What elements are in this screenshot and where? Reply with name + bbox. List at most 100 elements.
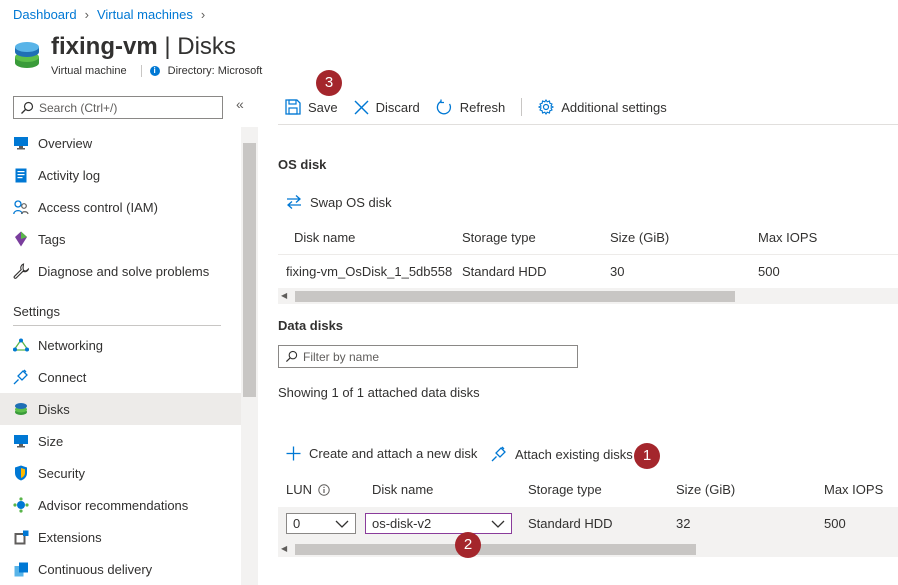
sidebar-item-access-control[interactable]: Access control (IAM) xyxy=(0,191,241,223)
sidebar-item-label: Diagnose and solve problems xyxy=(38,263,210,279)
save-button[interactable]: Save xyxy=(285,99,338,115)
sidebar-item-label: Security xyxy=(38,465,85,481)
breadcrumb-dashboard[interactable]: Dashboard xyxy=(13,7,77,22)
chevron-right-icon: › xyxy=(84,7,89,22)
refresh-button[interactable]: Refresh xyxy=(436,99,506,116)
people-icon xyxy=(13,199,29,215)
divider xyxy=(278,254,898,255)
sidebar-scrollbar[interactable] xyxy=(241,127,258,585)
sidebar-item-advisor[interactable]: Advisor recommendations xyxy=(0,489,241,521)
divider xyxy=(140,65,142,77)
sidebar-item-connect[interactable]: Connect xyxy=(0,361,241,393)
discard-label: Discard xyxy=(375,99,420,115)
data-disks-horizontal-scrollbar[interactable]: ◀ xyxy=(278,541,898,557)
divider xyxy=(13,325,221,326)
scroll-left-icon[interactable]: ◀ xyxy=(281,544,287,553)
data-disks-scrollbar-thumb[interactable] xyxy=(295,544,696,555)
shield-icon xyxy=(13,465,29,481)
plug-icon xyxy=(13,369,29,385)
swap-icon xyxy=(287,195,301,209)
sidebar-item-diagnose[interactable]: Diagnose and solve problems xyxy=(0,255,241,287)
column-header-max-iops[interactable]: Max IOPS xyxy=(758,230,817,245)
search-icon xyxy=(21,101,34,114)
sidebar-scrollbar-thumb[interactable] xyxy=(243,143,256,397)
sidebar-item-label: Disks xyxy=(38,401,70,417)
page-title-resource: fixing-vm xyxy=(51,33,158,60)
plus-icon xyxy=(286,446,301,461)
monitor-icon xyxy=(13,135,29,151)
save-icon xyxy=(285,99,301,115)
sidebar-item-extensions[interactable]: Extensions xyxy=(0,521,241,553)
refresh-label: Refresh xyxy=(459,99,506,115)
filter-input[interactable] xyxy=(303,349,563,364)
tag-icon xyxy=(13,231,29,247)
additional-settings-button[interactable]: Additional settings xyxy=(538,99,667,115)
disk-stack-icon xyxy=(15,42,39,68)
column-header-size[interactable]: Size (GiB) xyxy=(610,230,669,245)
sidebar-item-label: Access control (IAM) xyxy=(38,199,158,215)
command-bar: Save Discard Refresh Additional settings xyxy=(285,96,683,118)
data-disks-heading: Data disks xyxy=(278,318,344,333)
sidebar-item-networking[interactable]: Networking xyxy=(0,329,241,361)
os-disk-horizontal-scrollbar[interactable]: ◀ xyxy=(278,288,898,304)
save-label: Save xyxy=(308,99,338,115)
lun-value: 0 xyxy=(293,516,301,531)
scroll-left-icon[interactable]: ◀ xyxy=(281,291,287,300)
create-attach-disk-button[interactable]: Create and attach a new disk xyxy=(286,446,477,461)
sidebar-search-input[interactable] xyxy=(39,100,209,115)
column-header-max-iops[interactable]: Max IOPS xyxy=(824,482,883,497)
column-header-storage-type[interactable]: Storage type xyxy=(528,482,602,497)
column-header-disk-name[interactable]: Disk name xyxy=(294,230,355,245)
callout-badge-2: 2 xyxy=(455,532,481,558)
data-disk-size: 32 xyxy=(676,516,691,531)
sidebar-item-continuous-delivery[interactable]: Continuous delivery xyxy=(0,553,241,585)
info-icon[interactable] xyxy=(318,483,330,496)
column-header-lun[interactable]: LUN xyxy=(286,482,330,497)
callout-badge-1: 1 xyxy=(634,443,660,469)
sidebar-search[interactable] xyxy=(13,96,223,119)
discard-button[interactable]: Discard xyxy=(354,100,420,115)
disk-name-value: os-disk-v2 xyxy=(372,516,432,531)
sidebar-item-activity-log[interactable]: Activity log xyxy=(0,159,241,191)
swap-os-disk-button[interactable]: Swap OS disk xyxy=(286,194,392,210)
sidebar-section-settings: Settings xyxy=(13,304,60,319)
sidebar-item-tags[interactable]: Tags xyxy=(0,223,241,255)
os-disk-max-iops: 500 xyxy=(758,264,780,279)
delivery-icon xyxy=(13,561,29,577)
advisor-icon xyxy=(13,497,29,513)
sidebar-item-size[interactable]: Size xyxy=(0,425,241,457)
extensions-icon xyxy=(13,529,29,545)
column-header-lun-label: LUN xyxy=(286,482,313,497)
page-title: fixing-vm | Disks xyxy=(51,33,236,61)
column-header-disk-name[interactable]: Disk name xyxy=(372,482,433,497)
attach-existing-label: Attach existing disks xyxy=(515,446,633,462)
chevron-right-icon: › xyxy=(200,7,206,22)
search-icon xyxy=(285,350,298,363)
filter-by-name[interactable] xyxy=(278,345,578,368)
os-disk-scrollbar-thumb[interactable] xyxy=(295,291,735,302)
sidebar-item-label: Continuous delivery xyxy=(38,561,153,577)
data-disk-storage-type: Standard HDD xyxy=(528,516,613,531)
column-header-size[interactable]: Size (GiB) xyxy=(676,482,735,497)
sidebar-item-disks[interactable]: Disks xyxy=(0,393,241,425)
swap-os-disk-label: Swap OS disk xyxy=(310,194,392,210)
sidebar-item-security[interactable]: Security xyxy=(0,457,241,489)
disk-name-dropdown[interactable]: os-disk-v2 xyxy=(365,513,512,534)
sidebar-item-label: Extensions xyxy=(38,529,102,545)
breadcrumb-virtual-machines[interactable]: Virtual machines xyxy=(97,7,193,22)
sidebar-item-label: Advisor recommendations xyxy=(38,497,189,513)
wrench-icon xyxy=(13,263,29,279)
os-disk-name-link[interactable]: fixing-vm_OsDisk_1_5db558 xyxy=(286,264,452,279)
disk-icon xyxy=(13,401,29,417)
refresh-icon xyxy=(436,99,451,114)
callout-badge-3: 3 xyxy=(316,70,342,96)
log-icon xyxy=(13,167,29,183)
attach-existing-disks-button[interactable]: Attach existing disks xyxy=(491,446,633,462)
sidebar-item-overview[interactable]: Overview xyxy=(0,127,241,159)
plug-icon xyxy=(491,446,506,462)
column-header-storage-type[interactable]: Storage type xyxy=(462,230,536,245)
lun-dropdown[interactable]: 0 xyxy=(286,513,356,534)
sidebar-item-label: Overview xyxy=(38,135,93,151)
collapse-sidebar-icon[interactable]: « xyxy=(236,96,244,112)
sidebar-item-label: Activity log xyxy=(38,167,101,183)
